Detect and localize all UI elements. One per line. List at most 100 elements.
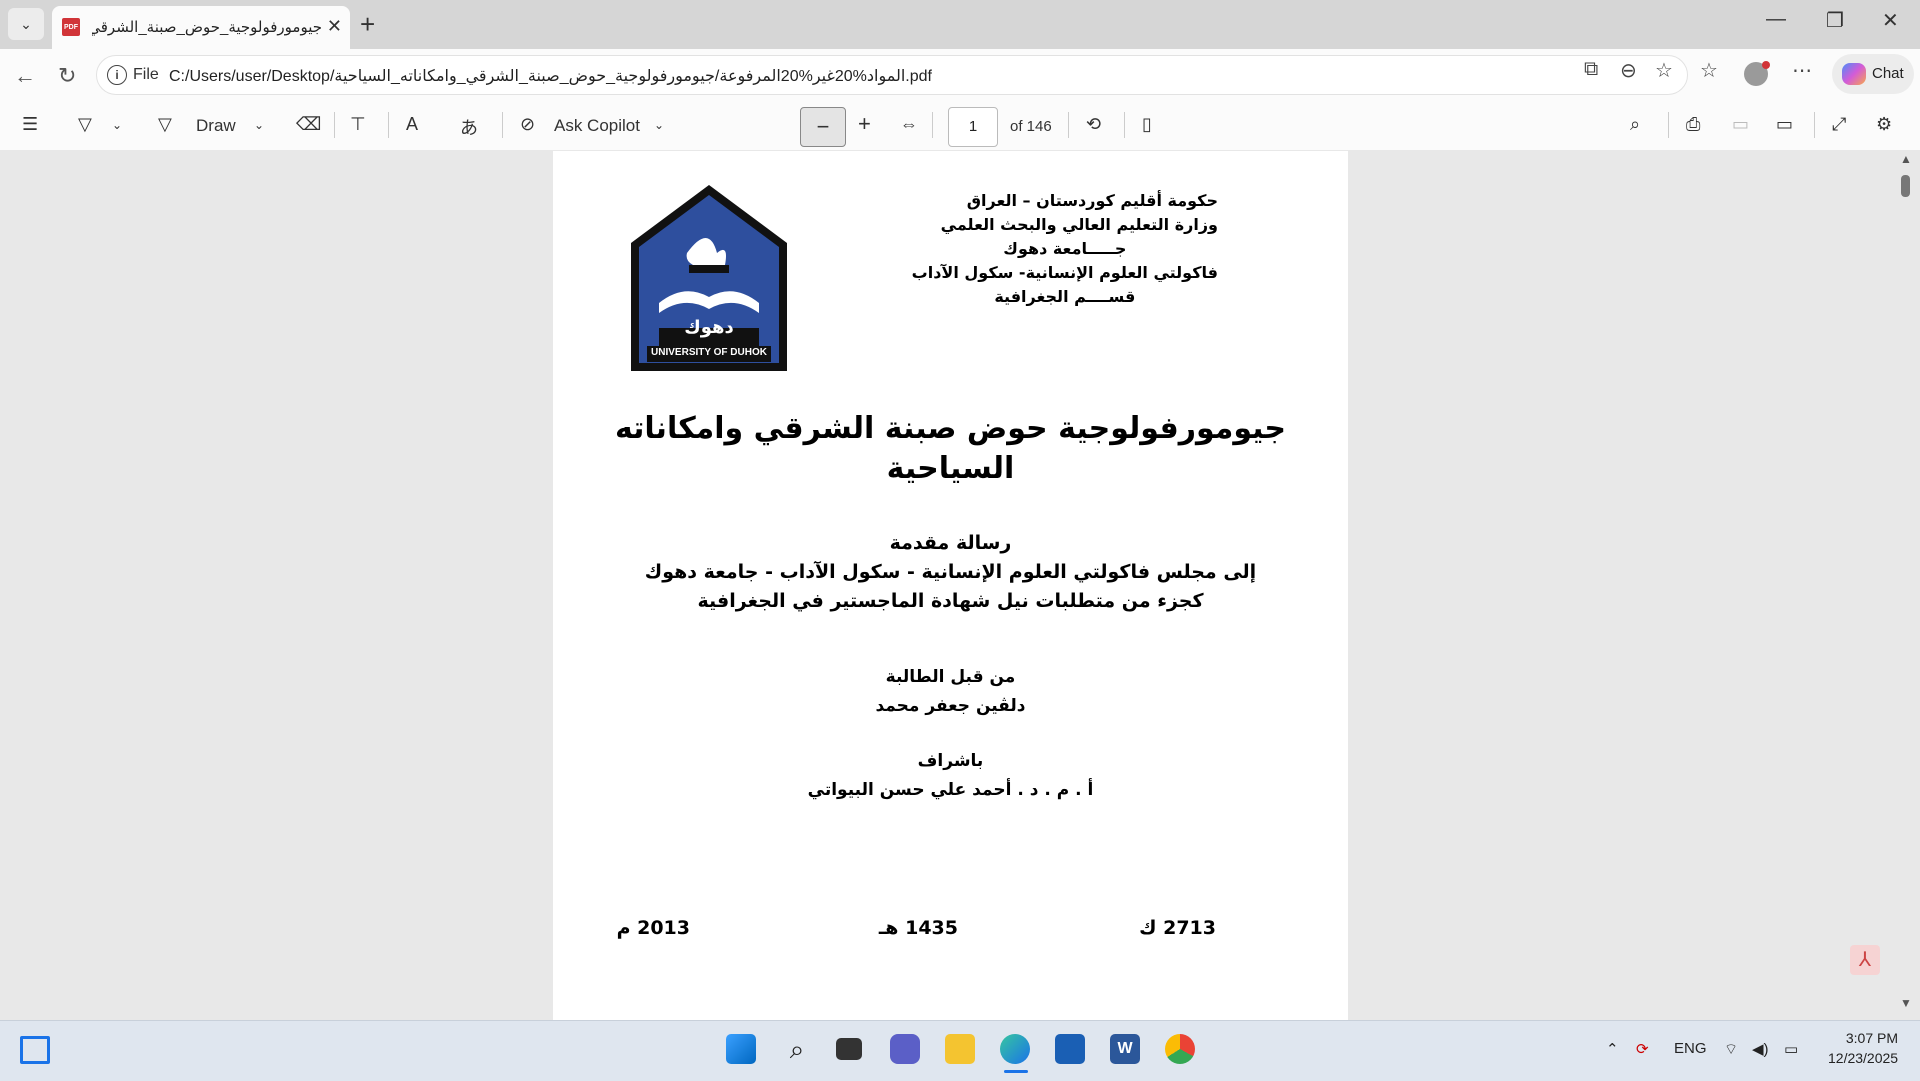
draw-icon[interactable]: ▽ [158,114,172,135]
author-name: دلڤين جعفر محمد [875,696,1026,716]
close-tab-icon[interactable]: ✕ [327,16,342,37]
thesis-line: كجزء من متطلبات نيل شهادة الماجستير في ا… [697,590,1204,612]
highlight-icon[interactable]: ▽ [78,114,92,135]
pdf-toolbar: ☰ ▽ ⌄ ▽ Draw ⌄ ⌫ ⊤ A あ ⊘ Ask Copilot ⌄ −… [0,102,1920,151]
save-icon[interactable]: ▭ [1732,114,1749,135]
eraser-icon[interactable]: ⌫ [296,114,321,135]
clock-time: 3:07 PM [1845,1030,1898,1046]
active-app-indicator [1004,1070,1028,1073]
notification-dot [1762,61,1770,69]
sync-icon[interactable]: ⟳ [1636,1040,1649,1058]
volume-icon[interactable]: ◀) [1752,1040,1769,1058]
info-icon[interactable]: i [107,65,127,85]
chrome-icon[interactable] [1165,1034,1195,1064]
settings-gear-icon[interactable]: ⚙ [1876,114,1892,135]
translate-icon[interactable]: あ [460,114,478,140]
language-indicator[interactable]: ENG [1674,1040,1707,1057]
edge-icon[interactable] [1000,1034,1030,1064]
header-line: جـــــامعة دهوك [1003,239,1127,258]
fit-width-icon[interactable]: ⇔ [900,114,918,135]
contents-icon[interactable]: ☰ [22,114,38,135]
tab-title: جيومورفولوجية_حوض_صبنة_الشرقي [92,19,322,36]
save-as-icon[interactable]: ▭ [1776,114,1793,135]
draw-label[interactable]: Draw [196,116,236,136]
chevron-down-icon[interactable]: ⌄ [112,118,122,132]
separator [932,112,933,138]
date-kurdish: 2713 ك [1139,917,1216,939]
back-arrow-icon[interactable]: ← [14,63,36,89]
separator [1068,112,1069,138]
chat-label: Chat [1872,65,1904,82]
copilot-chat-button[interactable]: Chat [1832,54,1914,94]
chevron-down-icon[interactable]: ⌄ [254,118,264,132]
favorite-star-icon[interactable]: ☆ [1655,58,1673,83]
restore-icon[interactable]: ❐ [1826,8,1844,33]
university-logo: دهوك UNIVERSITY OF DUHOK [629,183,789,373]
title-line-2: السياحية [886,451,1015,486]
copilot-icon [1842,63,1866,85]
header-line: فاكولتي العلوم الإنسانية- سكول الآداب [911,263,1218,282]
widgets-icon[interactable] [20,1036,50,1064]
url-scheme: File [133,66,159,83]
url-text[interactable]: C:/Users/user/Desktop/المواد%20غير%20الم… [169,66,932,86]
page-view-icon[interactable]: ▯ [1142,114,1152,135]
windows-start-icon[interactable] [726,1034,756,1064]
chevron-down-icon: ⌄ [20,15,32,32]
new-tab-button[interactable]: + [360,9,375,40]
store-icon[interactable] [1055,1034,1085,1064]
chevron-up-icon[interactable]: ⌃ [1606,1040,1619,1058]
date-hijri: 1435 هـ [878,917,958,939]
address-bar[interactable]: i File C:/Users/user/Desktop/المواد%20غي… [96,55,1688,95]
minimize-icon[interactable]: — [1766,8,1786,31]
wifi-icon[interactable]: ⌔ [1724,1040,1738,1059]
task-view-icon[interactable] [836,1038,862,1060]
institution-header: حكومة أقليم كوردستان – العراق وزارة التع… [912,189,1218,309]
read-aloud-icon[interactable]: A [406,114,418,135]
search-icon[interactable]: ⌕ [1630,114,1640,135]
page-number-input[interactable]: 1 [948,107,998,147]
tab-bar: ⌄ PDF جيومورفولوجية_حوض_صبنة_الشرقي ✕ + … [0,0,1920,49]
refresh-icon[interactable]: ↻ [58,63,76,89]
header-line: قســــم الجغرافية [994,287,1136,306]
active-tab[interactable]: PDF جيومورفولوجية_حوض_صبنة_الشرقي ✕ [52,6,350,49]
read-aloud-icon[interactable]: ⧉ [1584,58,1598,81]
file-explorer-icon[interactable] [945,1034,975,1064]
supervisor-block: باشراف أ . م . د . أحمد علي حسن البيواتي [553,747,1348,805]
title-line-1: جيومورفولوجية حوض صبنة الشرقي وامكاناته [614,411,1287,446]
page-count: of 146 [1010,118,1052,135]
system-clock[interactable]: 3:07 PM 12/23/2025 [1828,1028,1898,1068]
zoom-icon[interactable]: ⊖ [1620,58,1637,83]
logo-text: UNIVERSITY OF DUHOK [651,347,767,358]
scrollbar-thumb[interactable] [1901,175,1910,197]
copilot-outline-icon[interactable]: ⊘ [520,114,535,135]
zoom-out-button[interactable]: − [800,107,846,147]
author-label: من قبل الطالبة [885,667,1016,687]
ask-copilot-label[interactable]: Ask Copilot [554,116,640,136]
close-window-icon[interactable]: ✕ [1882,8,1899,33]
favorites-icon[interactable]: ☆ [1700,58,1718,83]
fullscreen-icon[interactable]: ⤢ [1832,114,1846,135]
pdf-file-icon: PDF [62,18,80,36]
more-menu-icon[interactable]: ⋯ [1792,58,1812,83]
print-icon[interactable]: ⎙ [1686,114,1700,135]
battery-icon[interactable]: ▭ [1784,1040,1798,1058]
teams-icon[interactable] [890,1034,920,1064]
search-icon[interactable]: ⌕ [782,1034,812,1064]
scroll-up-arrow-icon[interactable]: ▲ [1900,152,1912,166]
separator [1814,112,1815,138]
tab-actions-menu[interactable]: ⌄ [8,8,44,40]
word-icon[interactable]: W [1110,1034,1140,1064]
separator [502,112,503,138]
text-box-icon[interactable]: ⊤ [350,114,366,135]
scroll-down-arrow-icon[interactable]: ▼ [1900,996,1912,1010]
acrobat-icon[interactable]: ⅄ [1850,945,1880,975]
author-block: من قبل الطالبة دلڤين جعفر محمد [553,663,1348,721]
pdf-page: حكومة أقليم كوردستان – العراق وزارة التع… [553,151,1348,1020]
supervisor-name: أ . م . د . أحمد علي حسن البيواتي [807,780,1094,800]
rotate-icon[interactable]: ⟲ [1086,114,1101,135]
separator [388,112,389,138]
supervisor-label: باشراف [917,751,984,771]
chevron-down-icon[interactable]: ⌄ [654,118,664,132]
clock-date: 12/23/2025 [1828,1050,1899,1066]
zoom-in-button[interactable]: + [858,111,871,137]
